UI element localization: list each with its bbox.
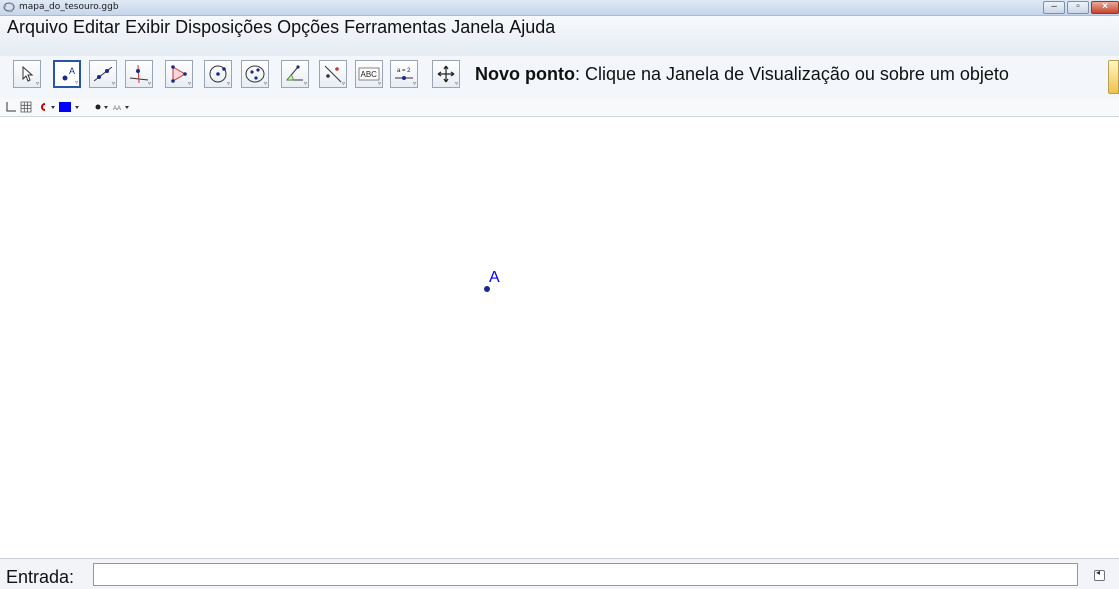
slider-icon: a = 2 [395,68,413,80]
circle-center-point-icon [209,65,227,83]
menu-ferramentas[interactable]: Ferramentas [344,16,446,38]
input-field[interactable] [93,563,1078,586]
reflect-about-line-icon [324,65,342,83]
polygon-icon [171,65,187,83]
ellipse-icon [245,65,265,83]
point-capture-icon[interactable] [38,101,58,113]
input-help-icon: ◂ [1096,568,1101,577]
move-graphics-view-icon [437,65,455,83]
label-style-icon[interactable]: AA [112,101,132,113]
toggle-perspectives-button[interactable] [1108,60,1119,94]
close-icon: × [1102,1,1108,12]
perpendicular-tool-button[interactable]: ▿ [125,60,153,88]
grid-toggle-icon[interactable] [20,101,32,113]
slider-tool-button[interactable]: a = 2 ▿ [390,60,418,88]
tool-help-description: : Clique na Janela de Visualização ou so… [574,64,1009,84]
menu-disposicoes[interactable]: Disposições [175,16,272,38]
menu-janela[interactable]: Janela [451,16,504,38]
reflect-tool-button[interactable]: ▿ [319,60,347,88]
window-title: mapa_do_tesouro.ggb [19,2,119,12]
maximize-button[interactable]: ▫ [1067,1,1089,14]
point-a-label[interactable]: A [489,269,500,287]
input-label: Entrada: [6,567,75,587]
axes-toggle-icon[interactable] [4,101,16,113]
line-tool-button[interactable]: ▿ [89,60,117,88]
geogebra-app-icon [3,2,15,13]
line-through-two-points-icon [93,66,113,82]
svg-text:ABC: ABC [361,70,378,79]
text-abc-icon: ABC [358,67,380,81]
move-tool-button[interactable]: ▿ [13,60,41,88]
conic-tool-button[interactable]: ▿ [241,60,269,88]
minimize-button[interactable]: – [1043,1,1065,14]
color-icon[interactable] [58,101,84,113]
tool-help-title: Novo ponto [475,64,575,84]
minimize-icon: – [1051,1,1057,12]
arrow-cursor-icon [22,65,34,82]
menu: Arquivo Editar Exibir Disposições Opções… [7,16,560,38]
menu-exibir[interactable]: Exibir [125,16,170,38]
input-help-button[interactable]: ◂ [1094,568,1105,581]
menu-opcoes[interactable]: Opções [277,16,339,38]
svg-text:AA: AA [113,106,121,112]
polygon-tool-button[interactable]: ▿ [165,60,193,88]
circle-tool-button[interactable]: ▿ [204,60,232,88]
tool-help-text: Novo ponto: Clique na Janela de Visualiz… [475,64,1009,85]
move-view-tool-button[interactable]: ▿ [432,60,460,88]
graphics-view[interactable] [0,117,1119,558]
new-point-tool-button[interactable]: A ▿ [53,60,81,88]
menu-editar[interactable]: Editar [73,16,120,38]
close-button[interactable]: × [1091,1,1119,14]
title-bar: mapa_do_tesouro.ggb [0,0,1119,16]
angle-icon [286,65,303,81]
menu-ajuda[interactable]: Ajuda [509,16,555,38]
perpendicular-line-icon [129,64,149,84]
menu-arquivo[interactable]: Arquivo [7,16,68,38]
maximize-icon: ▫ [1076,1,1080,12]
style-bar [0,98,1119,117]
point-style-icon[interactable] [93,101,113,113]
svg-text:A: A [69,66,75,76]
svg-text:a = 2: a = 2 [397,68,411,74]
angle-tool-button[interactable]: ▿ [281,60,309,88]
text-tool-button[interactable]: ABC ▿ [355,60,383,88]
